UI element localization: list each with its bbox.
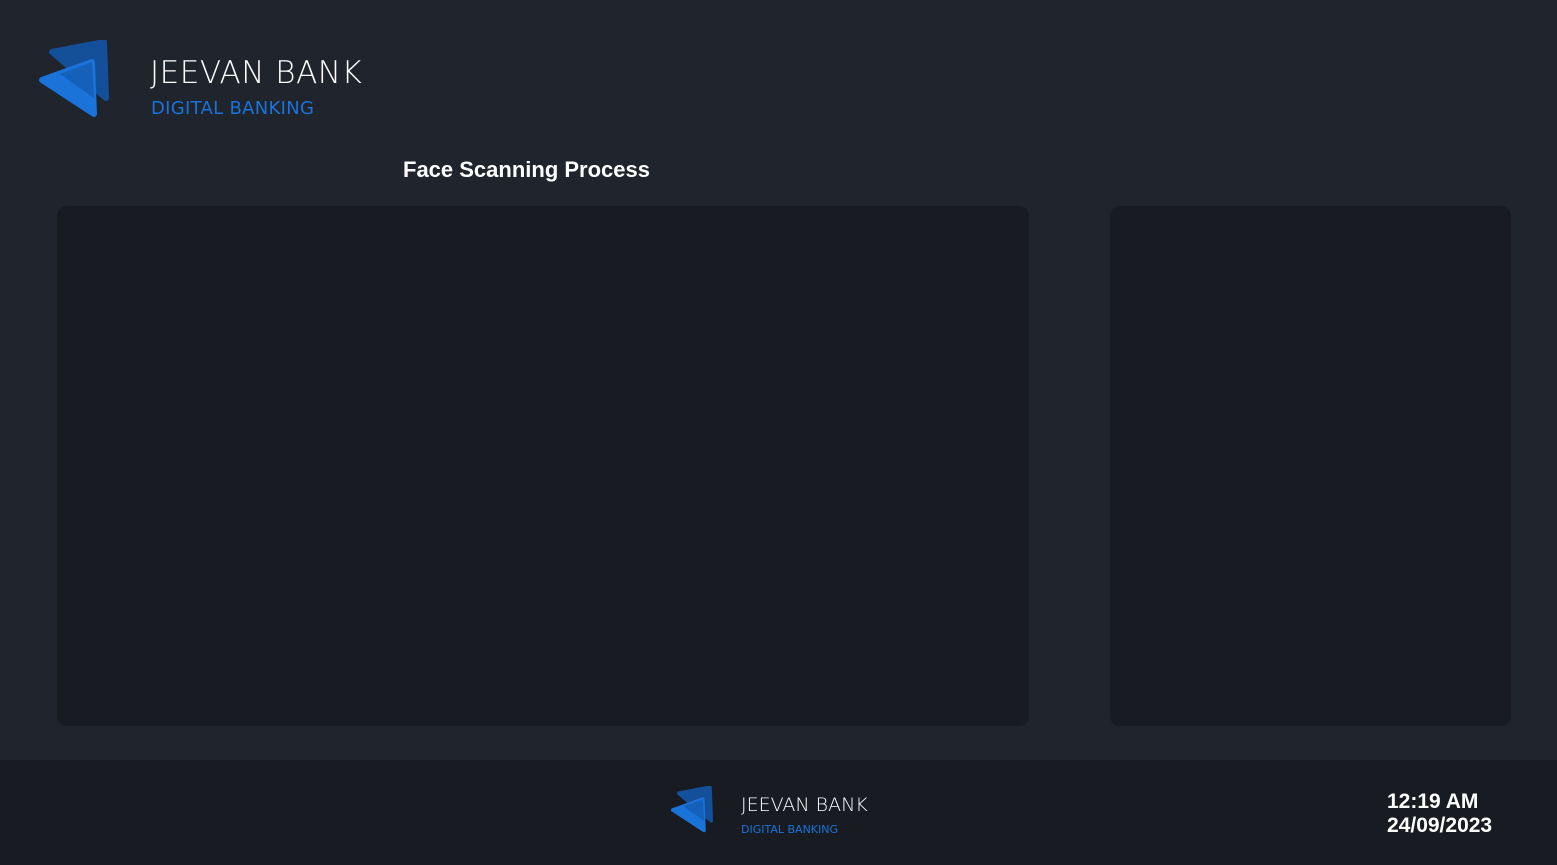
- clock-time: 12:19 AM: [1387, 790, 1479, 813]
- footer-brand-subtitle: DIGITAL BANKING: [741, 823, 839, 836]
- clock-date: 24/09/2023: [1387, 814, 1493, 837]
- brand-name: JEEVAN BANK: [150, 55, 363, 91]
- brand-subtitle: DIGITAL BANKING: [151, 98, 315, 119]
- camera-feed-panel: [57, 206, 1029, 726]
- scan-info-panel: [1110, 206, 1511, 726]
- play-triangles-logo-icon: [671, 786, 713, 833]
- clock: 12:19 AM 24/09/2023: [1387, 790, 1492, 838]
- play-triangles-logo-icon: [39, 40, 109, 117]
- face-scan-screen: JEEVAN BANK DIGITAL BANKING Face Scannin…: [0, 0, 1557, 865]
- footer-brand-name: JEEVAN BANK: [741, 794, 868, 816]
- footer-bar: JEEVAN BANK DIGITAL BANKING 12:19 AM 24/…: [0, 760, 1557, 865]
- page-title: Face Scanning Process: [403, 157, 650, 182]
